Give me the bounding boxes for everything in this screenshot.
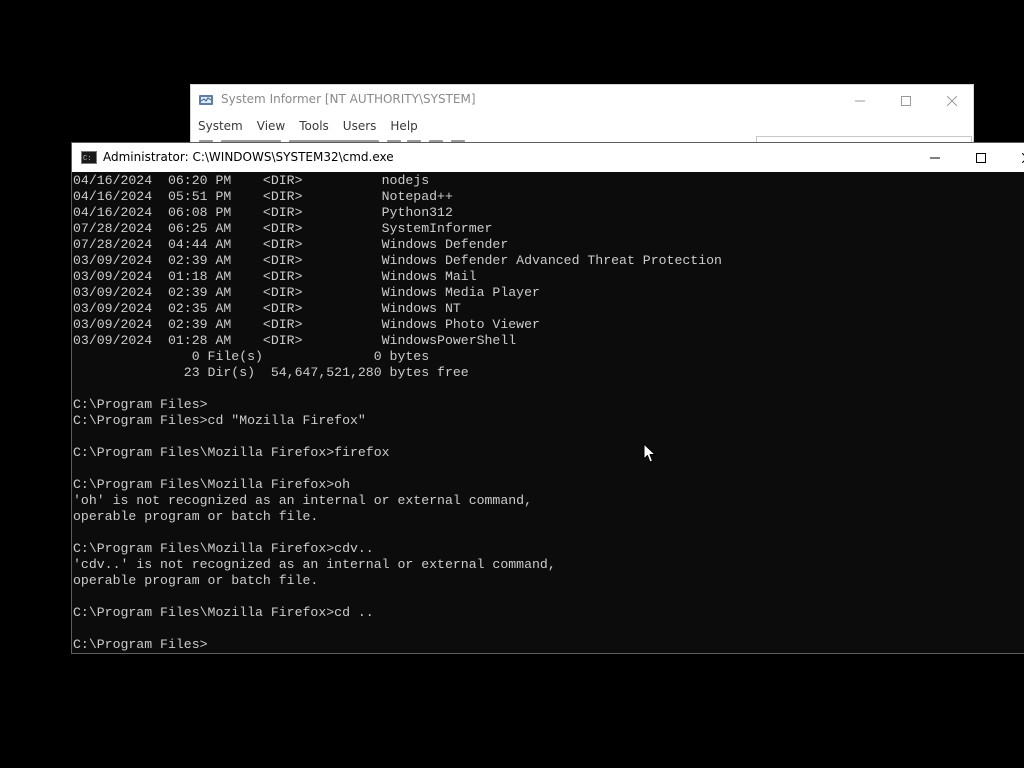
- console-line: 04/16/2024 06:08 PM <DIR> Python312: [73, 205, 453, 220]
- menu-help[interactable]: Help: [383, 115, 424, 137]
- console-line: 07/28/2024 04:44 AM <DIR> Windows Defend…: [73, 237, 509, 252]
- console-line: C:\Program Files>cd "Mozilla Firefox": [73, 413, 366, 428]
- svg-text:C:: C:: [83, 155, 91, 163]
- console-line: 'oh' is not recognized as an internal or…: [73, 493, 532, 508]
- maximize-icon: [976, 148, 986, 167]
- console-line: C:\Program Files>: [73, 397, 208, 412]
- console-line: 04/16/2024 06:20 PM <DIR> nodejs: [73, 173, 430, 188]
- close-icon: [946, 91, 958, 110]
- console-line: 03/09/2024 01:28 AM <DIR> WindowsPowerSh…: [73, 333, 517, 348]
- console-line: 03/09/2024 02:39 AM <DIR> Windows Defend…: [73, 253, 722, 268]
- cmd-close-button[interactable]: [1004, 143, 1024, 172]
- console-line: 03/09/2024 02:35 AM <DIR> Windows NT: [73, 301, 461, 316]
- desktop: System Informer [NT AUTHORITY\SYSTEM] Sy…: [0, 0, 1024, 768]
- cmd-minimize-button[interactable]: [912, 143, 958, 172]
- minimize-icon: [855, 91, 865, 110]
- maximize-icon: [901, 91, 911, 110]
- system-informer-close-button[interactable]: [929, 85, 973, 115]
- console-line: 03/09/2024 01:18 AM <DIR> Windows Mail: [73, 269, 477, 284]
- cmd-maximize-button[interactable]: [958, 143, 1004, 172]
- system-informer-title: System Informer [NT AUTHORITY\SYSTEM]: [221, 92, 476, 106]
- menu-users[interactable]: Users: [336, 115, 384, 137]
- console-prompt[interactable]: C:\Program Files>: [73, 637, 208, 653]
- system-informer-minimize-button[interactable]: [837, 85, 883, 115]
- menu-view[interactable]: View: [250, 115, 292, 137]
- console-line: 23 Dir(s) 54,647,521,280 bytes free: [73, 365, 469, 380]
- console-output[interactable]: 04/16/2024 06:20 PM <DIR> nodejs 04/16/2…: [72, 172, 1024, 653]
- system-informer-maximize-button[interactable]: [883, 85, 929, 115]
- cmd-titlebar[interactable]: C: Administrator: C:\WINDOWS\SYSTEM32\cm…: [72, 143, 1024, 172]
- console-line: C:\Program Files\Mozilla Firefox>firefox: [73, 445, 390, 460]
- console-line: 03/09/2024 02:39 AM <DIR> Windows Photo …: [73, 317, 540, 332]
- console-line: 04/16/2024 05:51 PM <DIR> Notepad++: [73, 189, 453, 204]
- console-line: 0 File(s) 0 bytes: [73, 349, 430, 364]
- system-informer-menubar: System View Tools Users Help: [191, 115, 973, 137]
- console-line: 'cdv..' is not recognized as an internal…: [73, 557, 556, 572]
- console-line: 03/09/2024 02:39 AM <DIR> Windows Media …: [73, 285, 540, 300]
- mouse-cursor-icon: [643, 443, 657, 464]
- console-line: C:\Program Files\Mozilla Firefox>cd ..: [73, 605, 374, 620]
- minimize-icon: [930, 148, 940, 167]
- system-informer-icon: [198, 92, 214, 108]
- console-line: C:\Program Files\Mozilla Firefox>cdv..: [73, 541, 374, 556]
- console-line: 07/28/2024 06:25 AM <DIR> SystemInformer: [73, 221, 493, 236]
- console-line: operable program or batch file.: [73, 573, 319, 588]
- menu-tools[interactable]: Tools: [292, 115, 336, 137]
- console-line: operable program or batch file.: [73, 509, 319, 524]
- cmd-window[interactable]: C: Administrator: C:\WINDOWS\SYSTEM32\cm…: [71, 142, 1024, 654]
- system-informer-titlebar[interactable]: System Informer [NT AUTHORITY\SYSTEM]: [191, 85, 973, 115]
- menu-system[interactable]: System: [191, 115, 250, 137]
- console-line: C:\Program Files\Mozilla Firefox>oh: [73, 477, 350, 492]
- cmd-title: Administrator: C:\WINDOWS\SYSTEM32\cmd.e…: [103, 150, 394, 164]
- cmd-icon: C:: [81, 151, 97, 164]
